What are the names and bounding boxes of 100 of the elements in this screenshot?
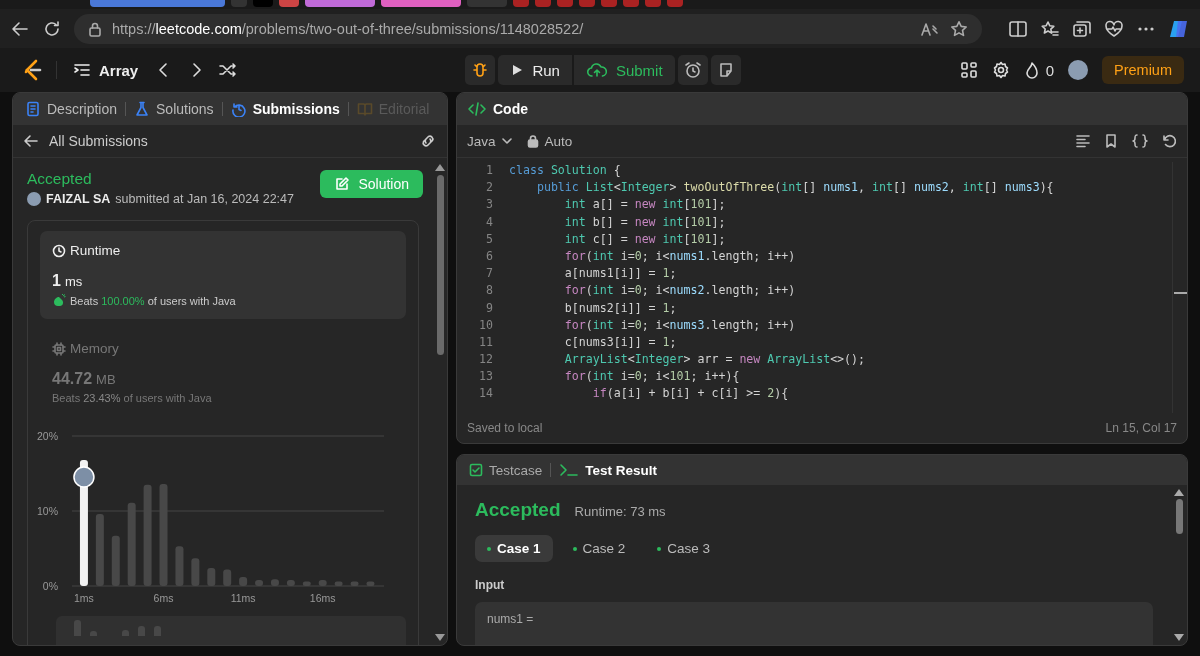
tab[interactable]: Test Result [559,462,658,478]
code-line: public List<Integer> twoOutOfThree(int[] nums1, int[] nums2, int[] nums3){ [535,179,1054,197]
refresh-icon[interactable] [42,18,62,39]
bookmark-icon[interactable] [1103,133,1119,149]
scroll-down-icon[interactable] [1174,634,1184,641]
line-number: 3 [485,196,494,214]
tick-label: 11ms [230,592,256,604]
submission-time: submitted at Jan 16, 2024 22:47 [115,192,294,206]
code-line: ArrayList<Integer> arr = new ArrayList<>(); [563,351,866,369]
scroll-up-icon[interactable] [1174,489,1184,496]
caret-icon [500,135,513,147]
code-line: for(int i=0; i<nums2.length; i++) [563,282,796,300]
lock-icon [88,20,102,37]
line-number: 4 [485,213,494,231]
tick-label: 10% [37,505,58,517]
case-tab[interactable]: Case 1 [475,535,553,562]
status-text: Accepted [27,170,93,188]
line-number: 11 [478,333,494,351]
chip-icon [52,341,66,356]
stat-card[interactable]: Runtime 1 ms Beats 100.00% of users with Java [40,231,406,319]
line-number: 9 [485,299,494,317]
save-status: Saved to local [467,421,543,435]
cloud-upload-icon [585,62,608,78]
collections-icon[interactable] [1072,19,1092,38]
url-text: https://leetcode.com/problems/two-out-of-three/submissions/1148028522/ [112,20,585,37]
tab[interactable]: Solutions [134,101,214,117]
streak-count: 0 [1045,61,1054,79]
line-number: 14 [478,385,494,403]
all-submissions-link[interactable]: All Submissions [49,133,409,149]
code-line: b[nums2[i]] = 1; [563,299,677,317]
scroll-up-icon[interactable] [435,164,445,171]
run-button[interactable]: Run [498,55,574,85]
back-icon[interactable] [23,133,39,149]
avatar[interactable] [1068,60,1088,80]
scrollbar-thumb[interactable] [436,175,444,355]
star-icon[interactable] [950,19,968,38]
line-number: 7 [485,265,494,283]
tick-label: 16ms [309,592,336,604]
line-number: 12 [478,351,494,369]
line-number: 1 [485,162,494,179]
beats-text: Beats 100.00% of users with Java [70,294,236,307]
reset-icon[interactable] [1161,133,1177,149]
address-bar[interactable]: https://leetcode.com/problems/two-out-of-three/submissions/1148028522/ [74,13,982,44]
input-label: Input [475,578,506,592]
tick-label: 0% [42,580,58,592]
shuffle-icon[interactable] [218,60,239,80]
submit-button[interactable]: Submit [573,55,675,85]
mode-label[interactable]: Auto [544,133,573,149]
braces-icon[interactable] [1131,133,1149,149]
lock-icon [526,134,539,148]
cursor-position: Ln 15, Col 17 [1105,421,1177,435]
avatar [73,466,95,488]
debug-button[interactable] [465,55,496,85]
line-number: 13 [478,368,494,386]
checkbox-icon [469,463,483,477]
split-screen-icon[interactable] [1008,19,1028,38]
tick-label: 20% [37,430,58,442]
tick-label: 1ms [74,592,94,604]
favorites-icon[interactable] [1040,19,1060,38]
case-tab[interactable]: Case 3 [645,535,723,562]
code-line: class Solution { [509,162,621,179]
edit-icon [334,176,351,192]
format-icon[interactable] [1075,133,1091,149]
timer-button[interactable] [677,55,708,85]
scroll-down-icon[interactable] [435,634,445,641]
user-name[interactable]: FAIZAL SA [46,192,111,206]
param-name: nums1 = [487,612,534,626]
status-text: Accepted [475,499,561,521]
stat-title: Runtime [70,243,121,258]
stat-value: 1 ms [52,272,84,290]
layout-icon[interactable] [959,61,978,79]
code-line: a[nums1[i]] = 1; [563,265,677,283]
settings-icon[interactable] [991,61,1010,79]
flame-icon[interactable] [1023,61,1040,79]
code-line: for(int i=0; i<101; i++){ [563,368,740,386]
bug-icon [471,61,490,79]
problem-list-button[interactable]: Array [69,61,143,79]
code-line: c[nums3[i]] = 1; [563,333,677,351]
code-line: int c[] = new int[101]; [563,230,726,248]
line-number: 10 [478,316,494,334]
heart-pulse-icon[interactable] [1104,19,1124,38]
tab[interactable]: Submissions [230,101,340,117]
clock-icon [52,243,66,258]
line-number: 8 [485,282,494,300]
line-number: 2 [485,179,494,197]
link-icon[interactable] [419,133,437,149]
line-number: 6 [485,247,494,265]
case-tab[interactable]: Case 2 [560,535,638,562]
scrollbar[interactable] [1172,162,1187,413]
code-line: for(int i=0; i<nums3.length; i++) [563,316,796,334]
scrollbar-thumb[interactable] [1175,499,1183,534]
avatar [27,192,41,206]
tab[interactable]: Testcase [469,462,543,478]
logo[interactable] [22,58,44,82]
language-dropdown[interactable]: Java [467,133,513,149]
tab[interactable]: Description [25,101,118,117]
code-icon [467,101,487,117]
notes-button[interactable] [710,55,741,85]
premium-button[interactable]: Premium [1102,56,1184,84]
stat-value: 44.72 MB [52,370,117,388]
